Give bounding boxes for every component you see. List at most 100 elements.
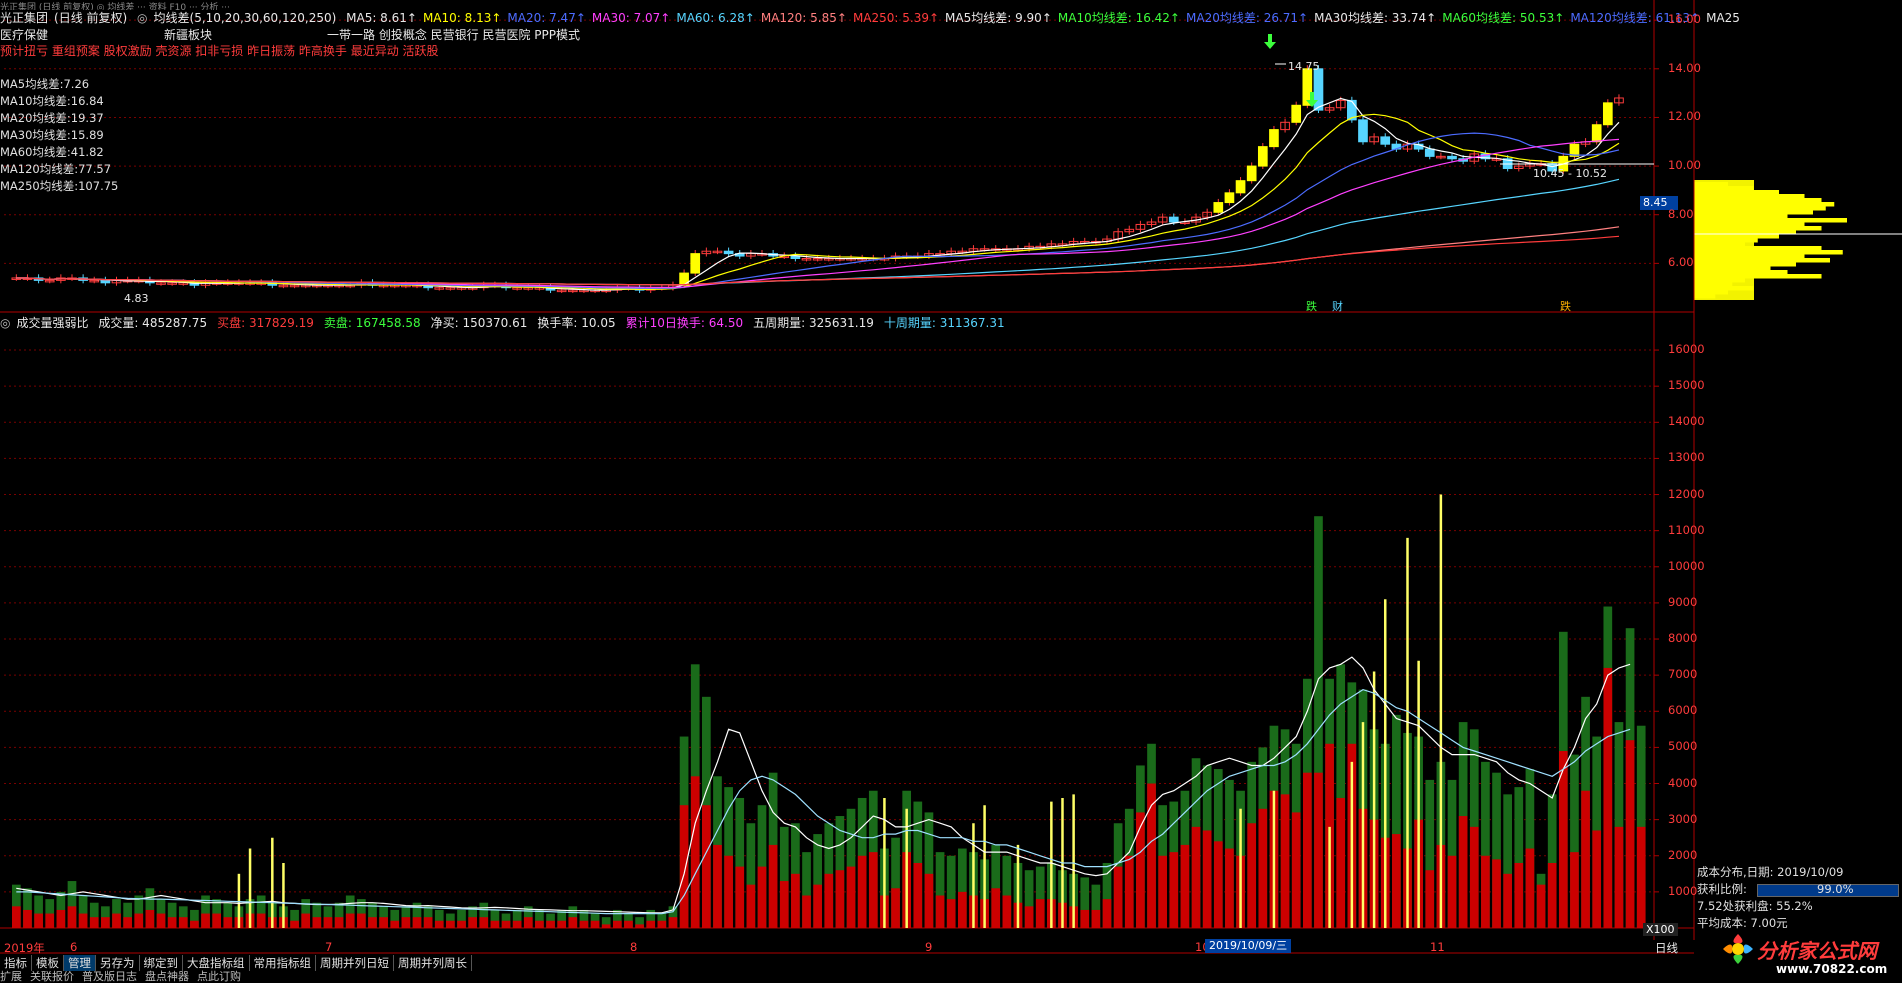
buy-volume-bar (412, 917, 422, 928)
volume-value: 卖盘: 167458.58 (323, 316, 421, 330)
buy-volume-bar (546, 920, 555, 928)
buy-volume-bar (857, 855, 867, 928)
concept-tags[interactable]: 预计扭亏 重组预案 股权激励 壳资源 扣非亏损 昨日振荡 昨高换手 最近异动 活… (0, 44, 439, 58)
time-tick-label: 9 (925, 940, 933, 954)
tab-item[interactable]: 大盘指标组 (183, 955, 250, 971)
indicator-name[interactable]: 均线差(5,10,20,30,60,120,250) (154, 11, 337, 25)
volume-header: ◎ 成交量强弱比 成交量: 485287.75 买盘: 317829.19 卖盘: 1… (0, 315, 1021, 331)
buy-volume-bar (1514, 862, 1524, 928)
volume-unit-label: X100 (1643, 923, 1678, 936)
tab-item[interactable]: 周期并列日短 (316, 955, 394, 971)
volume-tick-label: 3000 (1668, 811, 1698, 826)
buy-volume-bar (1570, 852, 1579, 928)
buy-volume-bar (468, 917, 477, 928)
buy-volume-bar (757, 866, 767, 928)
buy-volume-bar (379, 917, 388, 928)
buy-volume-bar (223, 917, 233, 928)
buy-volume-bar (735, 866, 745, 928)
buy-volume-bar (1302, 772, 1312, 928)
volume-tick-label: 4000 (1668, 775, 1698, 790)
volume-indicator-name[interactable]: 成交量强弱比 (16, 316, 88, 330)
buy-volume-bar (1603, 667, 1613, 928)
buy-volume-bar (457, 920, 466, 928)
buy-volume-bar (56, 909, 66, 928)
buy-volume-bar (957, 891, 967, 928)
volume-tick-label: 6000 (1668, 703, 1698, 718)
candle-body (1591, 124, 1602, 143)
candle-body (1213, 202, 1224, 213)
ext-tab-item[interactable]: 关联报价 (30, 970, 74, 983)
candle-body (690, 253, 701, 274)
ext-tab-item[interactable]: 点此订购 (197, 970, 241, 983)
ma-diff-item: MA20均线差:19.37 (0, 111, 104, 125)
candle-body (1168, 216, 1179, 223)
buy-volume-bar (323, 917, 333, 928)
ext-tab-item[interactable]: 盘点神器 (145, 970, 189, 983)
buy-volume-bar (67, 906, 77, 928)
concept-item[interactable]: 新疆板块 (164, 28, 212, 42)
concept-item[interactable]: 一带一路 创投概念 民营银行 民营医院 PPP模式 (327, 28, 580, 42)
price-tick-label: 12.00 (1668, 109, 1701, 124)
chart-header: 光正集团 (日线 前复权) ◎ 均线差(5,10,20,30,60,120,250)… (0, 10, 1752, 26)
volume-tick-label: 16000 (1668, 342, 1705, 357)
tab-item[interactable]: 管理 (64, 955, 96, 971)
period-selector[interactable]: 日线 (1655, 940, 1678, 956)
buy-volume-bar (891, 888, 900, 928)
buy-volume-bar (1247, 823, 1257, 928)
buy-volume-bar (813, 884, 822, 928)
event-label-3[interactable]: 跌 (1560, 298, 1571, 314)
avg-cost: 平均成本: 7.00元 (1697, 916, 1788, 930)
buy-volume-bar (1191, 826, 1201, 928)
tab-item[interactable]: 绑定到 (140, 955, 183, 971)
buy-volume-bar (423, 917, 433, 928)
candle-body (1257, 146, 1268, 167)
tab-item[interactable]: 另存为 (96, 955, 140, 971)
buy-volume-bar (167, 917, 177, 928)
ma-value: MA5: 8.61↑ (346, 11, 417, 25)
buy-volume-bar (446, 920, 455, 928)
candle-body (1447, 155, 1457, 160)
buy-volume-bar (1525, 848, 1535, 928)
close-indicator-icon[interactable]: ◎ (0, 316, 10, 330)
concept-item[interactable]: 医疗保健 (0, 28, 48, 42)
candle-body (1224, 192, 1235, 204)
price-low-label: 4.83 (124, 292, 149, 305)
buy-volume-bar (501, 920, 511, 928)
ma-diff-item: MA60均线差:41.82 (0, 145, 104, 159)
cost-panel-title: 成本分布,日期: 2019/10/09 (1697, 865, 1844, 879)
buy-volume-bar (1503, 873, 1513, 928)
close-indicator-icon[interactable]: ◎ (137, 11, 147, 25)
buy-volume-bar (1469, 826, 1479, 928)
event-label-2[interactable]: 财 (1332, 298, 1343, 314)
buy-volume-bar (1024, 906, 1034, 928)
buy-volume-bar (1169, 852, 1179, 928)
volume-value: 换手率: 10.05 (537, 316, 616, 330)
tab-item[interactable]: 模板 (32, 955, 64, 971)
buy-volume-bar (1035, 899, 1045, 928)
ext-tab-item[interactable]: 扩展 (0, 970, 22, 983)
buy-volume-bar (946, 899, 956, 928)
buy-volume-bar (256, 913, 266, 928)
volume-tick-label: 7000 (1668, 667, 1698, 682)
buy-volume-bar (668, 917, 678, 928)
buy-volume-bar (557, 920, 567, 928)
buy-volume-bar (1547, 862, 1557, 928)
ma-value: MA60均线差: 50.53↑ (1442, 11, 1565, 25)
top-toolbar-strip: 光正集团 (日线 前复权) ◎ 均线差 ··· 资料 F10 ··· 分析 ··… (0, 3, 230, 10)
buy-volume-bar (1091, 909, 1101, 928)
buy-volume-bar (991, 888, 1001, 928)
logo-text: 分析家公式网 (1757, 939, 1877, 963)
tab-item[interactable]: 常用指标组 (250, 955, 316, 971)
buy-volume-bar (178, 917, 188, 928)
tab-item[interactable]: 周期并列周长 (394, 955, 472, 971)
buy-volume-bar (1581, 790, 1590, 928)
buy-volume-bar (824, 873, 834, 928)
volume-tick-label: 12000 (1668, 486, 1705, 501)
buy-volume-bar (1614, 826, 1624, 928)
tab-item[interactable]: 指标 (0, 955, 32, 971)
event-label-1[interactable]: 跌 (1306, 298, 1317, 314)
buy-volume-bar (434, 920, 444, 928)
stock-name[interactable]: 光正集团 (0, 11, 48, 25)
chart-canvas[interactable] (0, 0, 1902, 983)
ext-tab-item[interactable]: 普及版日志 (82, 970, 137, 983)
